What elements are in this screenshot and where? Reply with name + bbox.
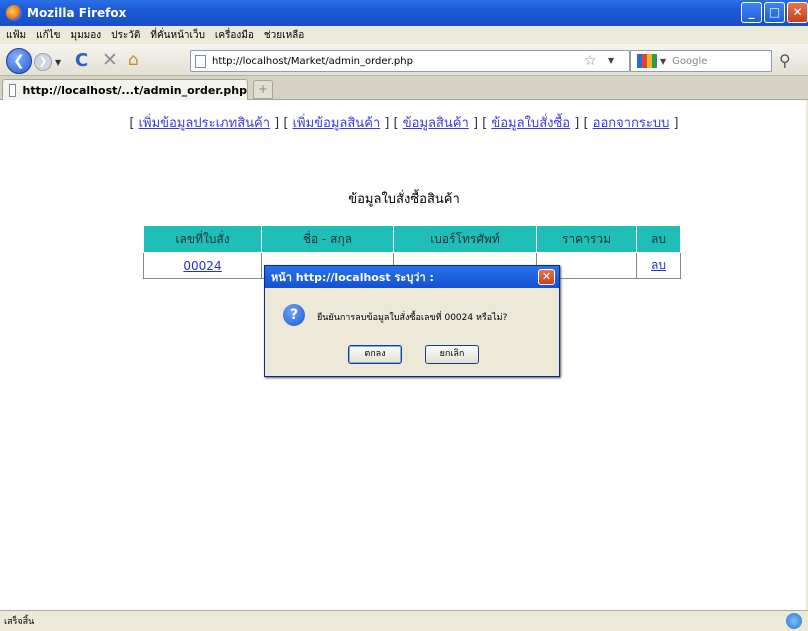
question-icon: ?	[283, 304, 305, 326]
navigation-toolbar: ❮ ❯ ▼ C ✕ ⌂ http://localhost/Market/admi…	[0, 44, 808, 76]
maximize-button[interactable]: □	[764, 2, 785, 23]
new-tab-button[interactable]: +	[253, 80, 273, 99]
ok-button[interactable]: ตกลง	[348, 345, 402, 364]
status-bar: เสร็จสิ้น	[0, 610, 808, 631]
menu-file[interactable]: แฟ้ม	[6, 28, 26, 43]
nav-add-category[interactable]: เพิ่มข้อมูลประเภทสินค้า	[139, 116, 270, 131]
search-placeholder: Google	[672, 55, 708, 67]
window-title: Mozilla Firefox	[27, 6, 127, 20]
tab-admin-order[interactable]: http://localhost/...t/admin_order.php	[2, 79, 248, 100]
title-bar: Mozilla Firefox _ □ ✕	[0, 0, 808, 26]
menu-history[interactable]: ประวัติ	[111, 28, 140, 43]
menu-help[interactable]: ช่วยเหลือ	[264, 28, 304, 43]
confirm-dialog: หน้า http://localhost ระบุว่า : ✕ ? ยืนย…	[264, 265, 560, 377]
page-icon	[195, 54, 206, 68]
col-name: ชื่อ - สกุล	[261, 225, 394, 253]
close-window-button[interactable]: ✕	[787, 2, 808, 23]
order-link[interactable]: 00024	[183, 259, 221, 273]
dialog-message: ยืนยันการลบข้อมูลใบสั่งซื้อเลขที่ 00024 …	[317, 313, 508, 323]
minimize-button[interactable]: _	[741, 2, 762, 23]
cell-order-no: 00024	[143, 252, 262, 279]
table-header-row: เลขที่ใบสั่ง ชื่อ - สกุล เบอร์โทรศัพท์ ร…	[143, 225, 681, 253]
google-icon	[637, 54, 657, 68]
cancel-button[interactable]: ยกเลิก	[425, 345, 479, 364]
search-input[interactable]: ▼ Google	[630, 50, 772, 72]
url-text: http://localhost/Market/admin_order.php	[212, 55, 413, 67]
menu-view[interactable]: มุมมอง	[71, 28, 102, 43]
forward-button[interactable]: ❯	[34, 53, 52, 71]
nav-orders[interactable]: ข้อมูลใบสั่งซื้อ	[491, 116, 570, 131]
url-bar[interactable]: http://localhost/Market/admin_order.php	[190, 50, 630, 72]
dialog-close-button[interactable]: ✕	[538, 269, 555, 285]
stop-icon[interactable]: ✕	[102, 49, 118, 71]
url-dropdown-icon[interactable]: ▼	[608, 56, 614, 65]
delete-link[interactable]: ลบ	[651, 258, 666, 272]
firefox-logo-icon	[6, 5, 22, 21]
tab-title: http://localhost/...t/admin_order.php	[22, 83, 247, 97]
bookmark-star-icon[interactable]: ☆	[584, 53, 597, 69]
admin-nav: [ เพิ่มข้อมูลประเภทสินค้า ] [ เพิ่มข้อมู…	[129, 116, 679, 131]
col-total: ราคารวม	[536, 225, 637, 253]
col-phone: เบอร์โทรศัพท์	[393, 225, 537, 253]
menu-bookmarks[interactable]: ที่คั่นหน้าเว็บ	[150, 28, 205, 43]
menu-edit[interactable]: แก้ไข	[36, 28, 60, 43]
col-order-no: เลขที่ใบสั่ง	[143, 225, 262, 253]
dialog-title: หน้า http://localhost ระบุว่า :	[265, 266, 559, 288]
status-text: เสร็จสิ้น	[4, 617, 35, 627]
reload-icon[interactable]: C	[75, 50, 88, 71]
tab-bar: http://localhost/...t/admin_order.php +	[0, 76, 808, 100]
addon-status-icon[interactable]	[786, 613, 802, 629]
nav-logout[interactable]: ออกจากระบบ	[593, 116, 670, 131]
tab-page-icon	[9, 83, 17, 97]
col-delete: ลบ	[636, 225, 681, 253]
home-icon[interactable]: ⌂	[128, 50, 139, 70]
menu-tools[interactable]: เครื่องมือ	[215, 28, 254, 43]
search-engine-dropdown-icon[interactable]: ▼	[660, 57, 666, 66]
page-title: ข้อมูลใบสั่งซื้อสินค้า	[348, 192, 460, 207]
back-button[interactable]: ❮	[6, 48, 32, 74]
cell-delete: ลบ	[636, 252, 681, 279]
nav-add-product[interactable]: เพิ่มข้อมูลสินค้า	[293, 116, 381, 131]
history-dropdown-icon[interactable]: ▼	[55, 58, 61, 67]
nav-products[interactable]: ข้อมูลสินค้า	[403, 116, 469, 131]
search-icon[interactable]: ⚲	[779, 51, 791, 70]
menu-bar: แฟ้ม แก้ไข มุมมอง ประวัติ ที่คั่นหน้าเว็…	[0, 26, 808, 44]
